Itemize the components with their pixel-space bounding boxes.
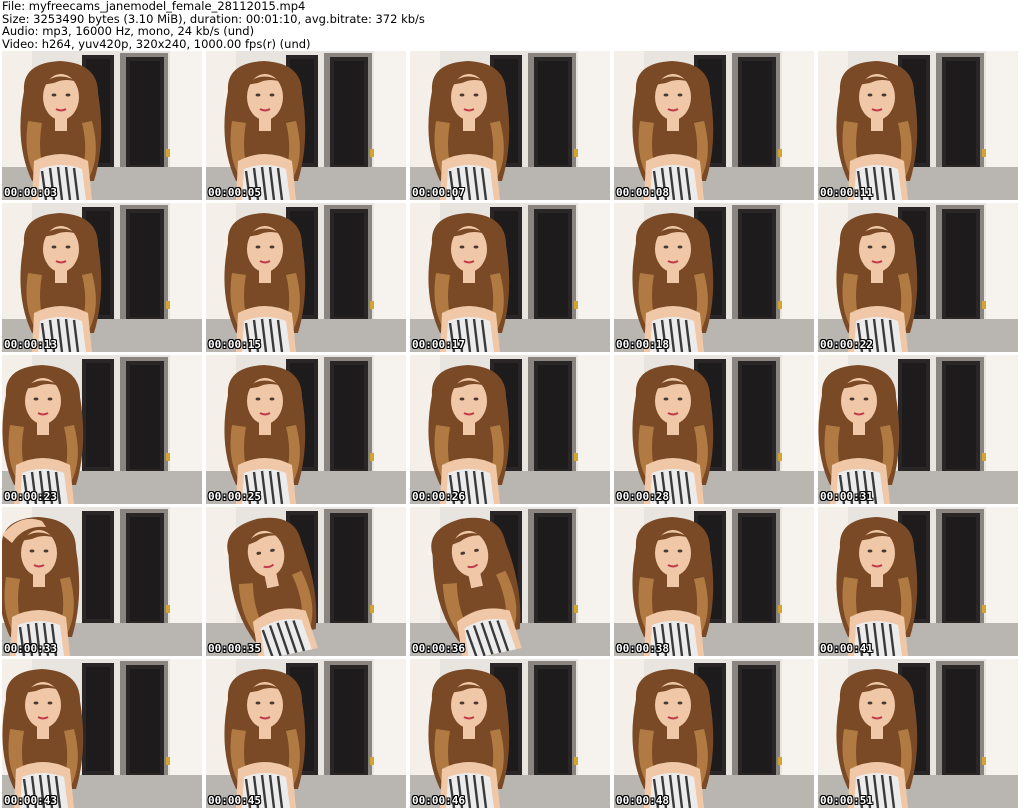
frame-timestamp: 00:00:36	[412, 642, 465, 655]
frame-image	[614, 659, 814, 808]
video-thumbnail: 00:00:33	[2, 507, 202, 656]
video-thumbnail: 00:00:11	[818, 51, 1018, 200]
video-thumbnail: 00:00:17	[410, 203, 610, 352]
frame-timestamp: 00:00:43	[4, 794, 57, 807]
video-thumbnail: 00:00:41	[818, 507, 1018, 656]
frame-timestamp: 00:00:07	[412, 186, 465, 199]
frame-image	[818, 51, 1018, 200]
frame-timestamp: 00:00:03	[4, 186, 57, 199]
frame-timestamp: 00:00:28	[616, 490, 669, 503]
frame-image	[614, 203, 814, 352]
video-thumbnail: 00:00:43	[2, 659, 202, 808]
frame-image	[206, 51, 406, 200]
frame-image	[410, 51, 610, 200]
frame-image	[818, 659, 1018, 808]
frame-timestamp: 00:00:51	[820, 794, 873, 807]
frame-timestamp: 00:00:41	[820, 642, 873, 655]
frame-timestamp: 00:00:38	[616, 642, 669, 655]
video-thumbnail: 00:00:18	[614, 203, 814, 352]
frame-timestamp: 00:00:45	[208, 794, 261, 807]
frame-timestamp: 00:00:25	[208, 490, 261, 503]
video-thumbnail: 00:00:13	[2, 203, 202, 352]
frame-image	[818, 507, 1018, 656]
video-thumbnail: 00:00:36	[410, 507, 610, 656]
frame-image	[614, 355, 814, 504]
video-thumbnail: 00:00:08	[614, 51, 814, 200]
video-thumbnail: 00:00:05	[206, 51, 406, 200]
video-thumbnail: 00:00:45	[206, 659, 406, 808]
frame-timestamp: 00:00:31	[820, 490, 873, 503]
frame-timestamp: 00:00:13	[4, 338, 57, 351]
video-thumbnail: 00:00:46	[410, 659, 610, 808]
video-thumbnail: 00:00:26	[410, 355, 610, 504]
frame-image	[2, 507, 202, 656]
video-line: Video: h264, yuv420p, 320x240, 1000.00 f…	[2, 36, 311, 51]
audio-line: Audio: mp3, 16000 Hz, mono, 24 kb/s (und…	[2, 24, 255, 38]
frame-timestamp: 00:00:18	[616, 338, 669, 351]
frame-timestamp: 00:00:08	[616, 186, 669, 199]
frame-timestamp: 00:00:05	[208, 186, 261, 199]
frame-timestamp: 00:00:33	[4, 642, 57, 655]
video-thumbnail: 00:00:25	[206, 355, 406, 504]
file-info-header: File: myfreecams_janemodel_female_281120…	[2, 0, 1022, 50]
frame-image	[614, 51, 814, 200]
frame-image	[614, 507, 814, 656]
frame-image	[410, 203, 610, 352]
frame-image	[410, 659, 610, 808]
video-thumbnail: 00:00:38	[614, 507, 814, 656]
frame-image	[2, 203, 202, 352]
frame-image	[206, 507, 406, 656]
frame-timestamp: 00:00:15	[208, 338, 261, 351]
file-name-line: File: myfreecams_janemodel_female_281120…	[2, 0, 306, 13]
frame-image	[2, 659, 202, 808]
frame-image	[2, 51, 202, 200]
video-thumbnail: 00:00:22	[818, 203, 1018, 352]
video-thumbnail: 00:00:35	[206, 507, 406, 656]
video-thumbnail: 00:00:15	[206, 203, 406, 352]
video-thumbnail: 00:00:23	[2, 355, 202, 504]
frame-image	[818, 355, 1018, 504]
frame-timestamp: 00:00:35	[208, 642, 261, 655]
frame-timestamp: 00:00:22	[820, 338, 873, 351]
video-thumbnail: 00:00:31	[818, 355, 1018, 504]
frame-timestamp: 00:00:46	[412, 794, 465, 807]
frame-timestamp: 00:00:17	[412, 338, 465, 351]
frame-timestamp: 00:00:26	[412, 490, 465, 503]
frame-timestamp: 00:00:23	[4, 490, 57, 503]
frame-timestamp: 00:00:11	[820, 186, 873, 199]
video-thumbnail: 00:00:28	[614, 355, 814, 504]
thumbnail-grid: 00:00:03 00:00:05 00:00:07 00:00:08 00:0…	[0, 51, 1024, 811]
frame-image	[2, 355, 202, 504]
frame-image	[206, 355, 406, 504]
frame-image	[410, 507, 610, 656]
frame-image	[206, 203, 406, 352]
video-thumbnail: 00:00:07	[410, 51, 610, 200]
video-thumbnail: 00:00:51	[818, 659, 1018, 808]
frame-image	[818, 203, 1018, 352]
frame-image	[206, 659, 406, 808]
video-thumbnail: 00:00:03	[2, 51, 202, 200]
video-thumbnail: 00:00:48	[614, 659, 814, 808]
frame-timestamp: 00:00:48	[616, 794, 669, 807]
frame-image	[410, 355, 610, 504]
